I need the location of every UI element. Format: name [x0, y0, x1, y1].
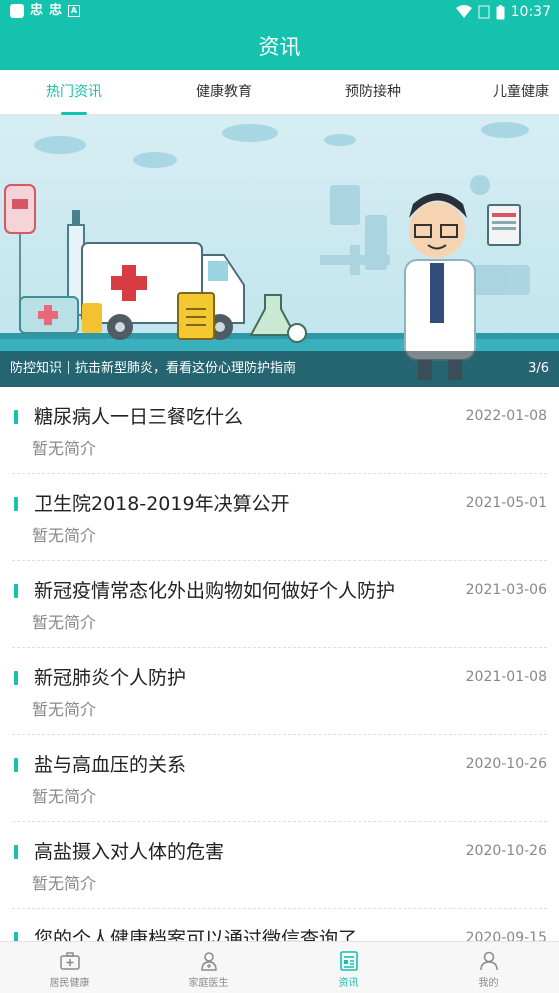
- wifi-icon: [455, 5, 472, 18]
- status-glyph: 忠: [30, 3, 44, 18]
- news-item[interactable]: 盐与高血压的关系 2020-10-26 暂无简介: [12, 735, 547, 822]
- tab-health-education[interactable]: 健康教育: [180, 70, 268, 115]
- banner-carousel[interactable]: 防控知识 抗击新型肺炎，看看这份心理防护指南 3/6: [0, 115, 559, 387]
- nav-label: 资讯: [338, 978, 359, 989]
- status-bar: 忠 忠 A 10:37: [0, 0, 559, 24]
- banner-illustration: [0, 115, 559, 387]
- news-title: 高盐摄入对人体的危害: [34, 841, 225, 863]
- app-header: 资讯: [0, 24, 559, 70]
- banner-headline: 抗击新型肺炎，看看这份心理防护指南: [75, 361, 297, 376]
- news-date: 2020-10-26: [465, 756, 547, 772]
- news-summary: 暂无简介: [32, 700, 97, 719]
- nav-label: 我的: [478, 978, 499, 989]
- person-icon: [479, 951, 498, 971]
- nav-resident-health[interactable]: 居民健康: [0, 942, 139, 993]
- news-date: 2022-01-08: [465, 408, 547, 424]
- news-item[interactable]: 新冠疫情常态化外出购物如何做好个人防护 2021-03-06 暂无简介: [12, 561, 547, 648]
- nav-mine[interactable]: 我的: [419, 942, 558, 993]
- news-date: 2021-05-01: [465, 495, 547, 511]
- caption-divider: [68, 361, 70, 374]
- status-glyph: 忠: [49, 3, 63, 18]
- banner-page-indicator: 3/6: [528, 361, 549, 376]
- news-title: 新冠疫情常态化外出购物如何做好个人防护: [34, 580, 396, 602]
- category-tabs: 热门资讯 健康教育 预防接种 儿童健康: [0, 70, 559, 115]
- news-summary: 暂无简介: [32, 613, 97, 632]
- nav-label: 居民健康: [49, 978, 90, 989]
- news-list: 糖尿病人一日三餐吃什么 2022-01-08 暂无简介 卫生院2018-2019…: [0, 387, 559, 993]
- news-title: 新冠肺炎个人防护: [34, 667, 187, 689]
- a-badge-icon: A: [68, 5, 81, 17]
- news-title: 卫生院2018-2019年决算公开: [34, 493, 290, 515]
- news-summary: 暂无简介: [32, 439, 97, 458]
- notification-icon: [10, 4, 24, 18]
- news-icon: [339, 951, 358, 971]
- news-title: 盐与高血压的关系: [34, 754, 187, 776]
- tab-hot-news[interactable]: 热门资讯: [30, 70, 118, 115]
- news-title: 糖尿病人一日三餐吃什么: [34, 406, 244, 428]
- banner-category: 防控知识: [10, 361, 63, 376]
- nav-label: 家庭医生: [188, 978, 229, 989]
- item-marker: [14, 584, 18, 598]
- news-date: 2021-01-08: [465, 669, 547, 685]
- doctor-icon: [200, 952, 217, 971]
- news-summary: 暂无简介: [32, 526, 97, 545]
- news-item[interactable]: 卫生院2018-2019年决算公开 2021-05-01 暂无简介: [12, 474, 547, 561]
- status-right: 10:37: [455, 3, 551, 21]
- signal-icon: [477, 5, 490, 19]
- news-summary: 暂无简介: [32, 787, 97, 806]
- nav-family-doctor[interactable]: 家庭医生: [139, 942, 278, 993]
- battery-icon: [496, 4, 505, 19]
- bottom-navigation: 居民健康 家庭医生 资讯 我的: [0, 941, 559, 993]
- item-marker: [14, 845, 18, 859]
- news-summary: 暂无简介: [32, 874, 97, 893]
- clock: 10:37: [510, 4, 551, 20]
- news-item[interactable]: 糖尿病人一日三餐吃什么 2022-01-08 暂无简介: [12, 387, 547, 474]
- tab-vaccination[interactable]: 预防接种: [329, 70, 417, 115]
- news-date: 2020-10-26: [465, 843, 547, 859]
- news-item[interactable]: 高盐摄入对人体的危害 2020-10-26 暂无简介: [12, 822, 547, 909]
- medical-kit-icon: [59, 952, 80, 970]
- page-title: 资讯: [258, 35, 301, 59]
- item-marker: [14, 410, 18, 424]
- news-item[interactable]: 新冠肺炎个人防护 2021-01-08 暂无简介: [12, 648, 547, 735]
- item-marker: [14, 497, 18, 511]
- item-marker: [14, 671, 18, 685]
- tab-child-health[interactable]: 儿童健康: [481, 70, 559, 115]
- banner-caption: 防控知识 抗击新型肺炎，看看这份心理防护指南 3/6: [0, 351, 559, 387]
- nav-news[interactable]: 资讯: [279, 942, 418, 993]
- status-left: 忠 忠 A: [10, 3, 81, 19]
- item-marker: [14, 758, 18, 772]
- news-date: 2021-03-06: [465, 582, 547, 598]
